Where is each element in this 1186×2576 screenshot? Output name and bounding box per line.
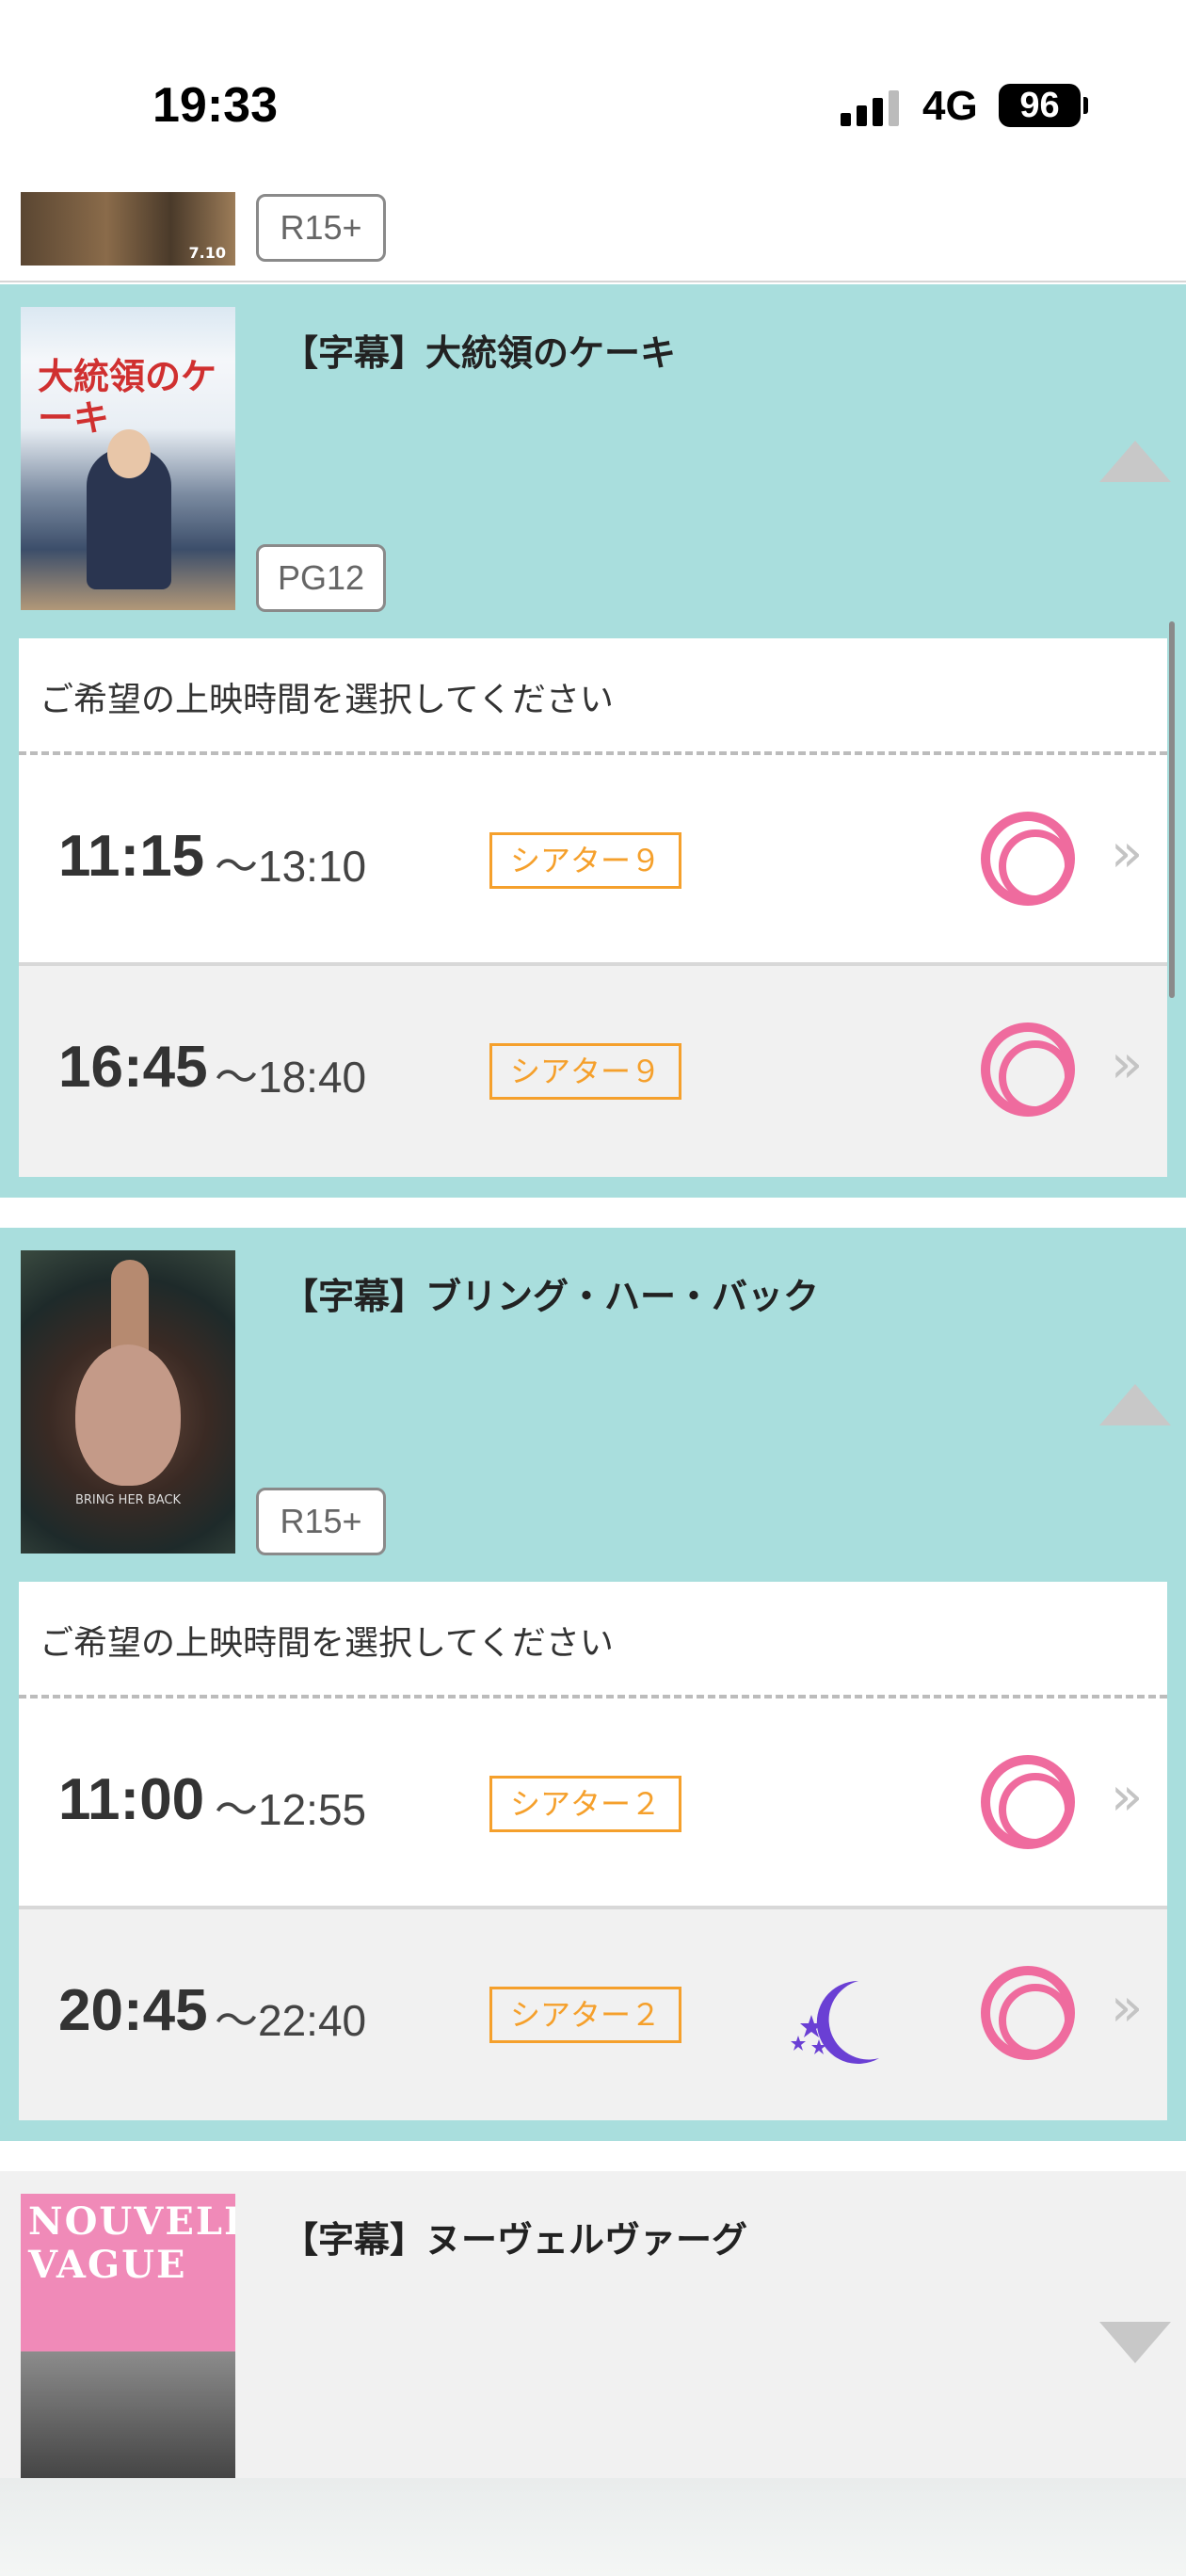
double-chevron-right-icon: » — [1111, 1977, 1144, 2038]
theater-tag: シアター９ — [489, 1043, 681, 1100]
movie-poster: 7.10 — [21, 192, 235, 266]
rating-badge: R15+ — [256, 1488, 386, 1555]
poster-date: 7.10 — [188, 244, 226, 262]
showtime-panel: ご希望の上映時間を選択してください 11:00 〜12:55 シアター２ » 2… — [19, 1582, 1167, 2120]
poster-title: 大統領のケーキ — [38, 355, 217, 439]
movie-poster[interactable]: 大統領のケーキ — [21, 307, 235, 610]
start-time: 11:15 — [58, 824, 205, 889]
movie-block-presidents-cake: 大統領のケーキ 【字幕】大統領のケーキ PG12 ご希望の上映時間を選択してくだ… — [0, 284, 1186, 1198]
double-circle-icon — [981, 812, 1075, 906]
poster-word: VAGUE — [28, 2243, 187, 2287]
movie-block-bring-her-back: BRING HER BACK 【字幕】ブリング・ハー・バック R15+ ご希望の… — [0, 1228, 1186, 2141]
theater-tag: シアター２ — [489, 1776, 681, 1832]
showtime-row[interactable]: 20:45 〜22:40 シアター２ » — [19, 1909, 1167, 2120]
poster-face — [75, 1344, 181, 1486]
double-chevron-right-icon: » — [1111, 1034, 1144, 1095]
double-chevron-right-icon: » — [1111, 1766, 1144, 1827]
end-time: 〜13:10 — [215, 842, 367, 891]
end-time: 〜22:40 — [215, 1996, 367, 2045]
double-chevron-right-icon: » — [1111, 823, 1144, 884]
showtime-prompt: ご希望の上映時間を選択してください — [19, 638, 1167, 755]
end-time: 〜18:40 — [215, 1053, 367, 1102]
status-time: 19:33 — [152, 78, 278, 133]
battery-icon: 96 — [999, 84, 1081, 127]
poster-caption: BRING HER BACK — [74, 1493, 182, 1507]
movie-title[interactable]: 【字幕】ヌーヴェルヴァーグ — [282, 2211, 747, 2262]
theater-tag: シアター９ — [489, 832, 681, 889]
start-time: 11:00 — [58, 1767, 205, 1832]
collapse-caret-icon[interactable] — [1099, 441, 1171, 482]
movie-block-nouvelle-vague: NOUVELLE VAGUE 【字幕】ヌーヴェルヴァーグ — [0, 2171, 1186, 2497]
network-type: 4G — [922, 83, 978, 129]
rating-badge: R15+ — [256, 194, 386, 262]
double-circle-icon — [981, 1755, 1075, 1849]
showtime-prompt: ご希望の上映時間を選択してください — [19, 1582, 1167, 1699]
collapse-caret-icon[interactable] — [1099, 1384, 1171, 1425]
theater-tag: シアター２ — [489, 1987, 681, 2043]
movie-poster[interactable]: BRING HER BACK — [21, 1250, 235, 1554]
movie-title[interactable]: 【字幕】ブリング・ハー・バック — [282, 1267, 819, 1319]
end-time: 〜12:55 — [215, 1785, 367, 1834]
showtime-row[interactable]: 16:45 〜18:40 シアター９ » — [19, 966, 1167, 1177]
expand-caret-icon[interactable] — [1099, 2322, 1171, 2363]
start-time: 16:45 — [58, 1035, 208, 1100]
movie-title[interactable]: 【字幕】大統領のケーキ — [282, 324, 676, 376]
scrollbar[interactable] — [1169, 621, 1175, 998]
double-circle-icon — [981, 1022, 1075, 1117]
movie-poster[interactable]: NOUVELLE VAGUE — [21, 2194, 235, 2497]
signal-icon — [841, 90, 899, 126]
rating-badge: PG12 — [256, 544, 386, 612]
showtime-row[interactable]: 11:15 〜13:10 シアター９ » — [19, 755, 1167, 966]
bottom-bar — [0, 2478, 1186, 2576]
moon-stars-icon — [791, 1980, 879, 2064]
poster-face — [107, 429, 151, 478]
status-bar: 19:33 4G 96 — [0, 0, 1186, 179]
poster-word: NOUVELLE — [28, 2199, 235, 2244]
battery-tip — [1083, 97, 1088, 114]
start-time: 20:45 — [58, 1978, 208, 2043]
showtime-panel: ご希望の上映時間を選択してください 11:15 〜13:10 シアター９ » 1… — [19, 638, 1167, 1177]
movie-row-partial[interactable]: 7.10 R15+ — [0, 179, 1186, 282]
showtime-row[interactable]: 11:00 〜12:55 シアター２ » — [19, 1699, 1167, 1909]
double-circle-icon — [981, 1966, 1075, 2060]
